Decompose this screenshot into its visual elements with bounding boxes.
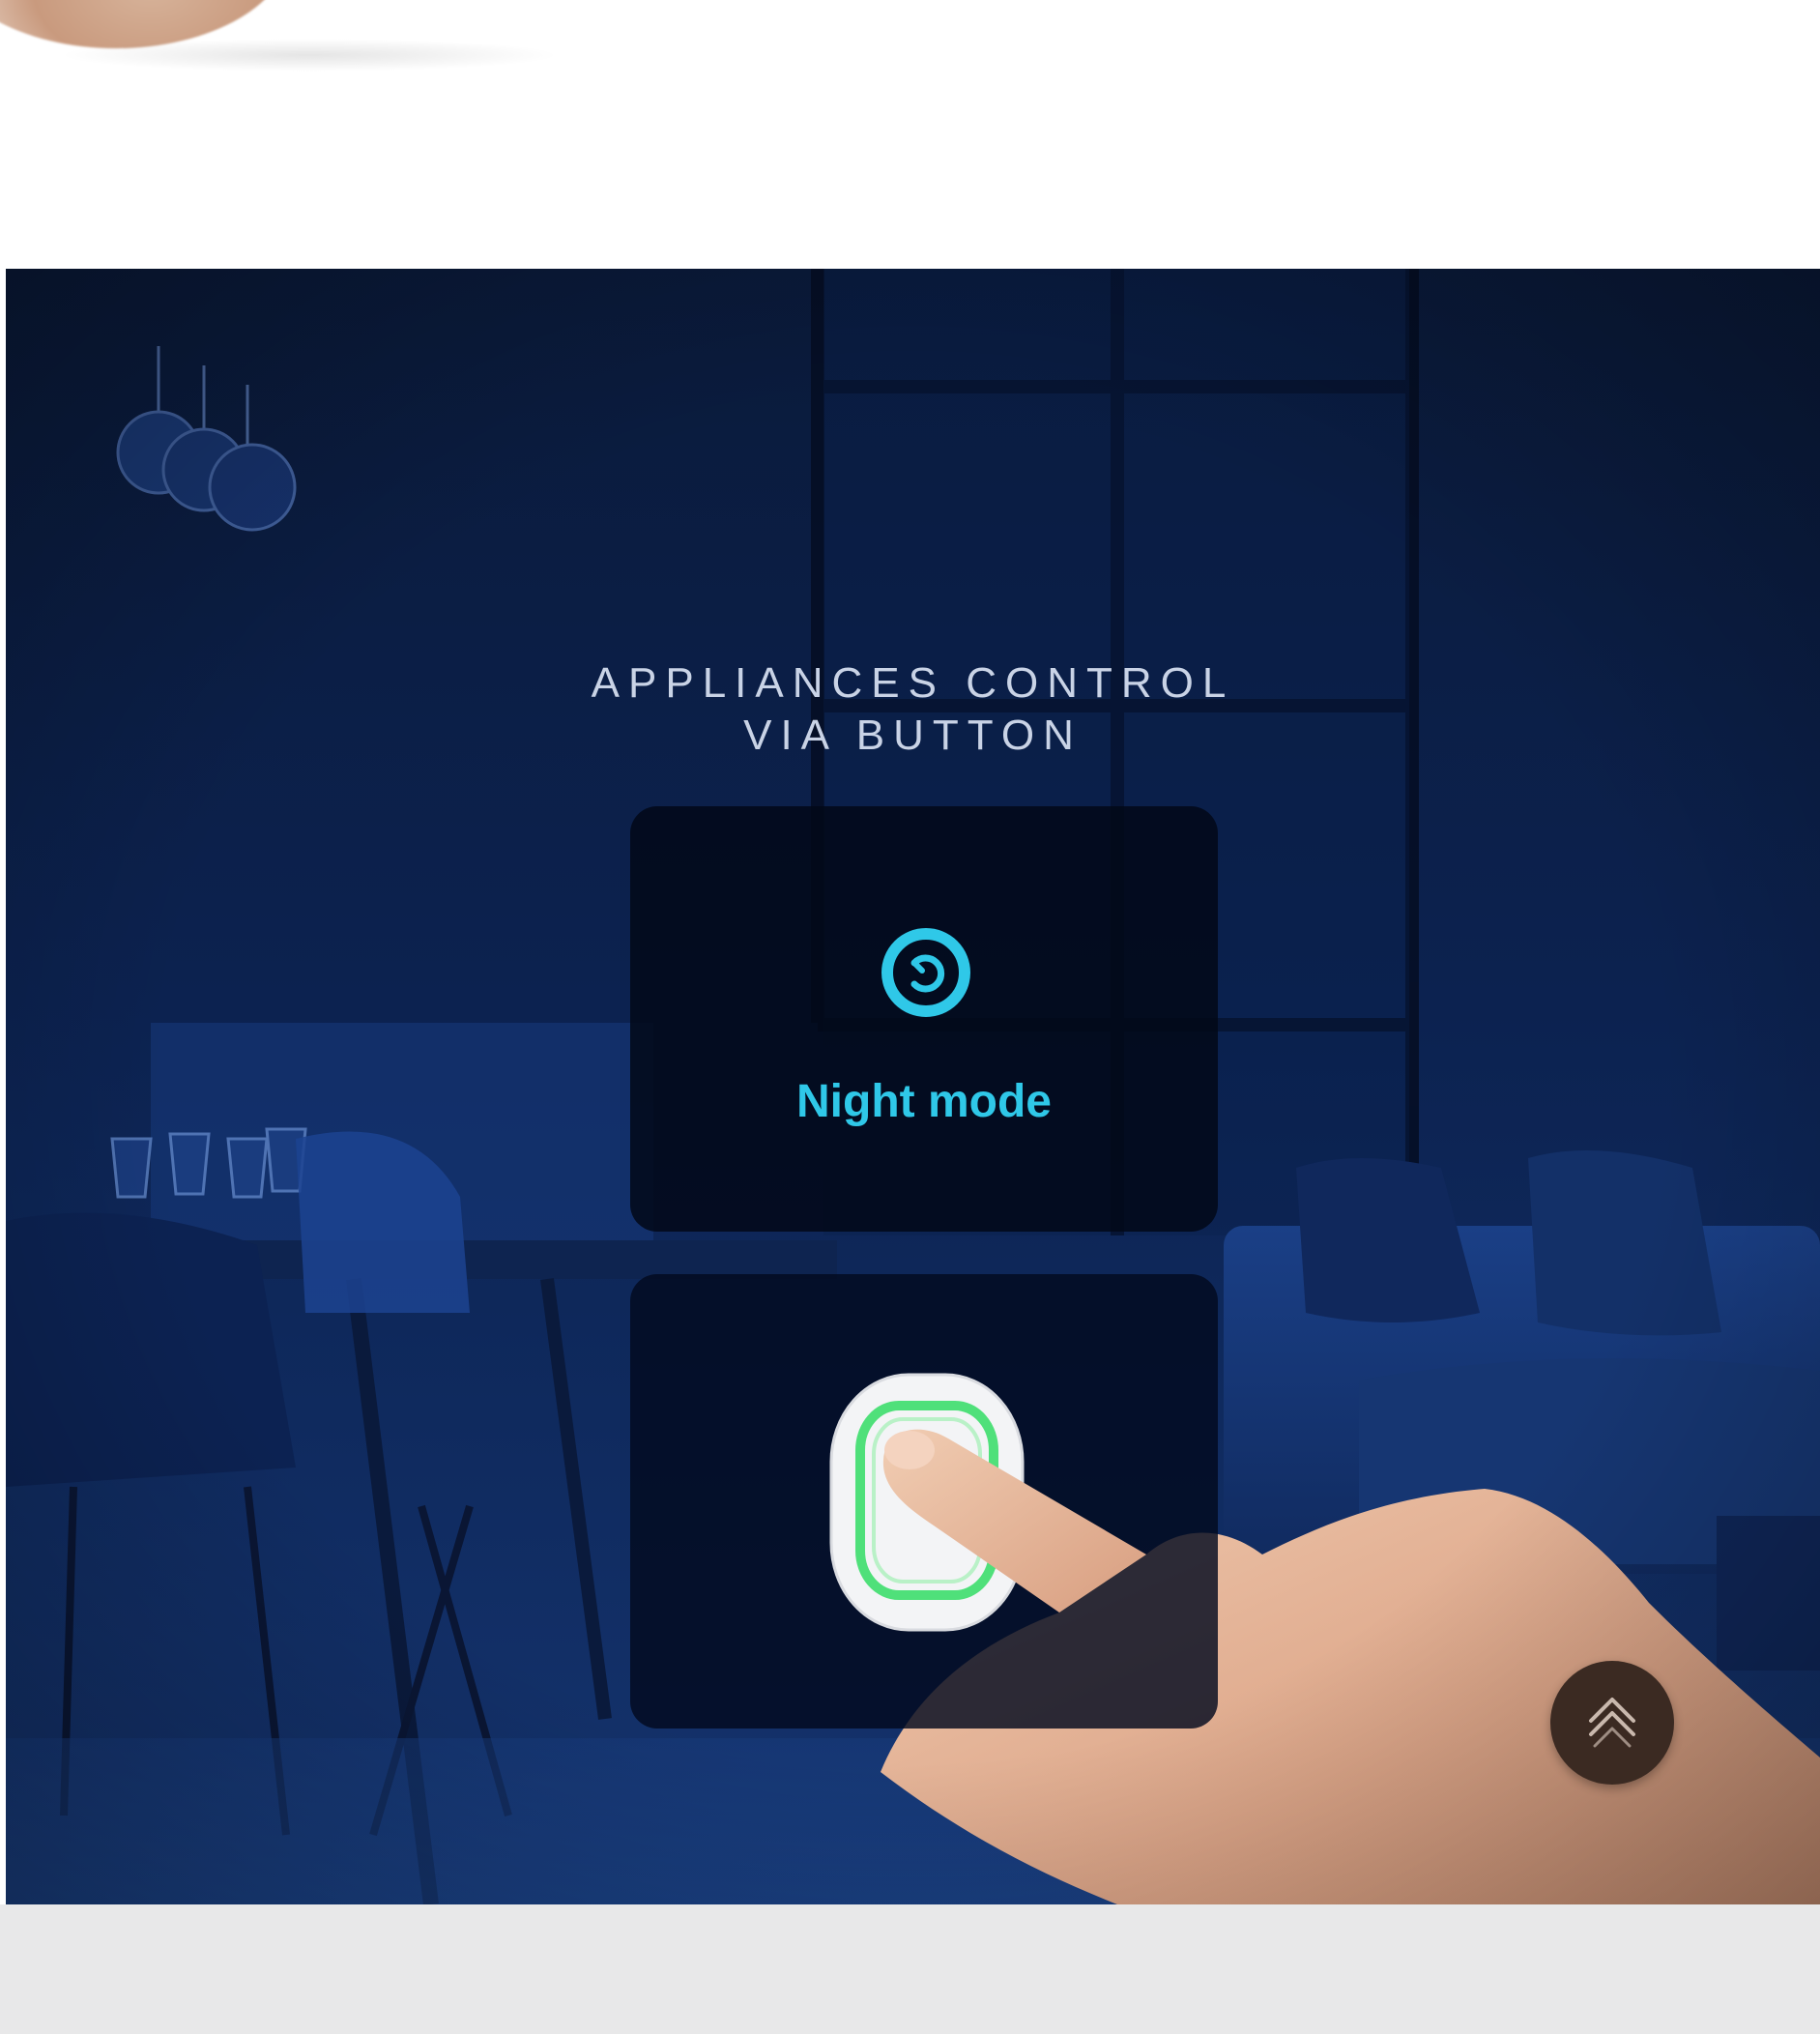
mode-label: Night mode [796,1076,1052,1127]
hero-banner: APPLIANCES CONTROL VIA BUTTON Night mode [6,269,1820,1904]
hero-title: APPLIANCES CONTROL VIA BUTTON [6,657,1820,762]
night-mode-icon [881,928,970,1017]
hero-title-line1: APPLIANCES CONTROL [591,659,1235,707]
device-panel [630,1274,1218,1729]
hero-title-line2: VIA BUTTON [743,712,1083,759]
mode-panel: Night mode [630,806,1218,1232]
smart-button-device[interactable] [827,1371,1026,1634]
double-chevron-up-icon [1589,1698,1635,1748]
scroll-to-top-button[interactable] [1550,1661,1674,1785]
top-image-fragment [0,0,599,77]
page: APPLIANCES CONTROL VIA BUTTON Night mode [0,0,1820,2034]
footer-band [0,1904,1820,2034]
